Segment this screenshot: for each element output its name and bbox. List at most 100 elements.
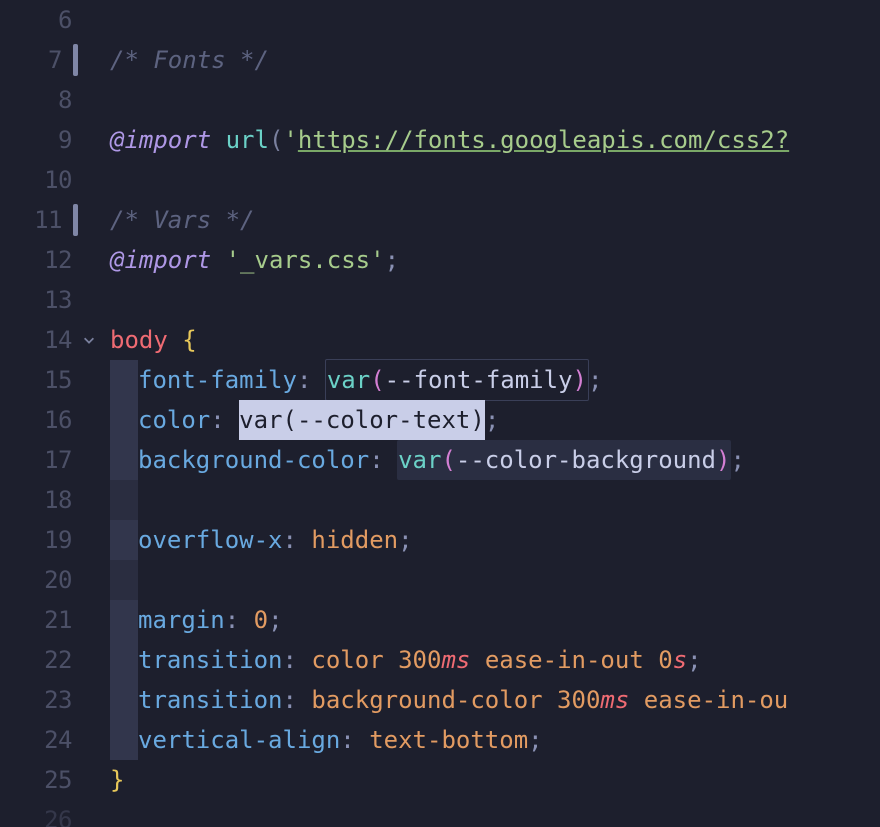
chevron-down-icon	[82, 333, 96, 347]
line-cursor-indicator	[73, 44, 78, 76]
line-number: 25	[44, 760, 72, 800]
semicolon: ;	[385, 240, 399, 280]
line-number: 10	[44, 160, 72, 200]
line-number: 19	[44, 520, 72, 560]
line-number: 12	[44, 240, 72, 280]
line-cursor-indicator	[73, 204, 78, 236]
indent-guide	[110, 400, 138, 440]
value: background-color	[311, 680, 542, 720]
property: color	[138, 400, 210, 440]
gutter-row[interactable]: 11	[0, 200, 80, 240]
gutter-row[interactable]: 20	[0, 560, 80, 600]
line-number: 20	[44, 560, 72, 600]
paren-close: )	[573, 360, 587, 400]
code-area[interactable]: /* Fonts */ @import url('https://fonts.go…	[80, 0, 880, 827]
gutter-row[interactable]: 24	[0, 720, 80, 760]
line-number: 22	[44, 640, 72, 680]
indent-guide	[110, 600, 138, 640]
gutter-row[interactable]: 12	[0, 240, 80, 280]
gutter-row[interactable]: 16	[0, 400, 80, 440]
property: transition	[138, 640, 283, 680]
line-number: 21	[44, 600, 72, 640]
at-import: @import	[110, 120, 211, 160]
gutter-row[interactable]: 18	[0, 480, 80, 520]
code-line[interactable]	[110, 80, 880, 120]
value: ease-in-out	[485, 640, 644, 680]
value: color	[311, 640, 383, 680]
paren-open: (	[441, 440, 455, 480]
css-var-name: --color-text	[297, 400, 470, 440]
code-line[interactable]	[110, 480, 880, 520]
gutter-row[interactable]: 15	[0, 360, 80, 400]
gutter-row[interactable]: 21	[0, 600, 80, 640]
gutter-row[interactable]: 8	[0, 80, 80, 120]
line-number: 15	[44, 360, 72, 400]
var-fn: var	[239, 400, 282, 440]
code-line[interactable]: /* Vars */	[110, 200, 880, 240]
code-line[interactable]: /* Fonts */	[110, 40, 880, 80]
code-line[interactable]	[110, 560, 880, 600]
line-number: 18	[44, 480, 72, 520]
property: transition	[138, 680, 283, 720]
value: hidden	[311, 520, 398, 560]
gutter-row[interactable]: 9	[0, 120, 80, 160]
indent-guide	[110, 480, 138, 520]
code-editor[interactable]: 67891011121314151617181920212223242526 /…	[0, 0, 880, 827]
unit: ms	[600, 680, 629, 720]
fold-toggle[interactable]	[80, 320, 98, 360]
value: ease-in-ou	[644, 680, 789, 720]
gutter-row[interactable]: 22	[0, 640, 80, 680]
gutter-row[interactable]: 23	[0, 680, 80, 720]
code-line[interactable]: }	[110, 760, 880, 800]
code-line[interactable]: transition: color 300ms ease-in-out 0s;	[110, 640, 880, 680]
line-number: 23	[44, 680, 72, 720]
gutter-row[interactable]: 10	[0, 160, 80, 200]
paren-open: (	[269, 120, 283, 160]
line-number: 17	[44, 440, 72, 480]
code-line[interactable]: font-family: var(--font-family);	[110, 360, 880, 400]
code-line[interactable]	[110, 160, 880, 200]
gutter-row[interactable]: 7	[0, 40, 80, 80]
gutter-row[interactable]: 14	[0, 320, 80, 360]
code-line[interactable]: @import url('https://fonts.googleapis.co…	[110, 120, 880, 160]
import-path: '_vars.css'	[226, 240, 385, 280]
semicolon: ;	[528, 720, 542, 760]
gutter-row[interactable]: 17	[0, 440, 80, 480]
indent-guide	[110, 680, 138, 720]
code-line[interactable]: transition: background-color 300ms ease-…	[110, 680, 880, 720]
code-line[interactable]: margin: 0;	[110, 600, 880, 640]
code-line[interactable]: @import '_vars.css';	[110, 240, 880, 280]
code-line[interactable]: vertical-align: text-bottom;	[110, 720, 880, 760]
line-number: 6	[58, 0, 72, 40]
code-line[interactable]: color: var(--color-text);	[110, 400, 880, 440]
import-link[interactable]: https://fonts.googleapis.com/css2?	[298, 120, 789, 160]
code-line[interactable]: overflow-x: hidden;	[110, 520, 880, 560]
var-fn: var	[398, 440, 441, 480]
code-line[interactable]: background-color: var(--color-background…	[110, 440, 880, 480]
gutter-row[interactable]: 19	[0, 520, 80, 560]
unit: s	[673, 640, 687, 680]
code-line[interactable]	[110, 0, 880, 40]
line-number: 14	[44, 320, 72, 360]
unit: ms	[441, 640, 470, 680]
indent-guide	[110, 440, 138, 480]
property: background-color	[138, 440, 369, 480]
selector: body	[110, 320, 168, 360]
gutter-row[interactable]: 6	[0, 0, 80, 40]
line-number: 7	[48, 40, 62, 80]
code-line[interactable]: body {	[110, 320, 880, 360]
value: text-bottom	[369, 720, 528, 760]
var-fn: var	[327, 360, 370, 400]
gutter-row[interactable]: 13	[0, 280, 80, 320]
gutter-row[interactable]: 26	[0, 800, 80, 827]
gutter-row[interactable]: 25	[0, 760, 80, 800]
at-import: @import	[110, 240, 211, 280]
semicolon: ;	[485, 400, 499, 440]
line-number: 24	[44, 720, 72, 760]
gutter: 67891011121314151617181920212223242526	[0, 0, 80, 827]
code-line[interactable]	[110, 800, 880, 827]
line-number: 13	[44, 280, 72, 320]
paren-close: )	[716, 440, 730, 480]
selection: var(--color-text)	[239, 400, 485, 440]
code-line[interactable]	[110, 280, 880, 320]
